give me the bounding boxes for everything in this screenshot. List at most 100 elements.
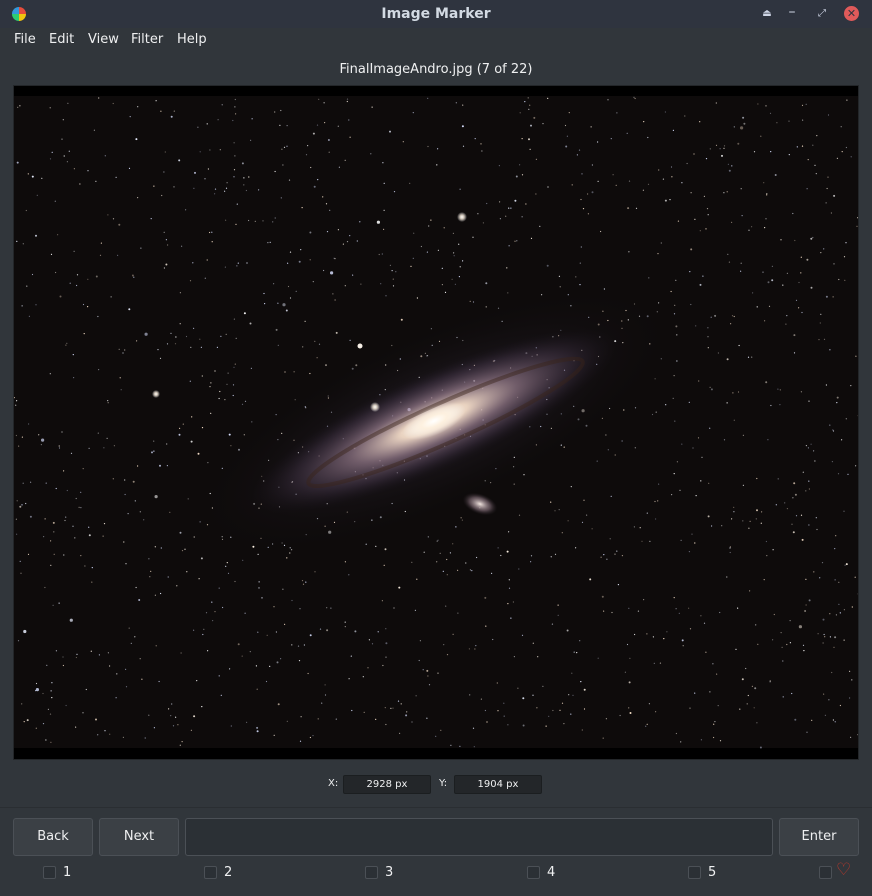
star xyxy=(16,240,18,242)
star xyxy=(323,102,325,104)
star xyxy=(69,618,73,622)
star xyxy=(44,518,46,520)
star xyxy=(698,380,700,382)
star xyxy=(587,213,590,215)
galaxy-image[interactable] xyxy=(14,86,859,760)
star xyxy=(287,285,290,288)
star xyxy=(88,534,91,537)
star xyxy=(97,734,99,736)
star xyxy=(209,231,211,234)
minimize-icon[interactable]: – xyxy=(784,5,800,22)
star xyxy=(337,125,339,127)
x-coordinate-field[interactable]: 2928 px xyxy=(343,775,431,794)
menu-file[interactable]: File xyxy=(14,32,36,47)
star xyxy=(67,102,69,104)
star xyxy=(675,279,677,281)
star xyxy=(469,694,471,696)
star xyxy=(393,607,395,609)
star xyxy=(416,578,418,580)
mark-checkbox-1[interactable] xyxy=(43,866,56,879)
mark-checkbox-3[interactable] xyxy=(365,866,378,879)
star xyxy=(747,694,749,697)
star xyxy=(610,138,612,140)
keep-above-icon[interactable]: ⏏ xyxy=(759,6,775,22)
star xyxy=(477,213,479,215)
star xyxy=(53,531,55,533)
star xyxy=(805,604,807,606)
star xyxy=(801,538,804,541)
star xyxy=(307,672,309,675)
star xyxy=(654,378,656,380)
star xyxy=(282,588,284,590)
star xyxy=(719,740,722,742)
star xyxy=(485,306,487,308)
star xyxy=(416,297,418,299)
star xyxy=(559,709,561,711)
star xyxy=(49,713,52,715)
maximize-icon[interactable]: ⤢ xyxy=(814,6,830,22)
star xyxy=(525,203,527,205)
star xyxy=(522,697,525,700)
star xyxy=(500,554,502,557)
star xyxy=(125,563,127,565)
comment-input[interactable] xyxy=(185,818,773,856)
image-viewer[interactable] xyxy=(13,85,859,760)
mark-label-5: 5 xyxy=(708,865,717,880)
star xyxy=(301,207,303,209)
mark-checkbox-2[interactable] xyxy=(204,866,217,879)
star xyxy=(249,651,251,653)
menu-view[interactable]: View xyxy=(88,32,119,47)
star xyxy=(123,541,125,543)
star xyxy=(275,328,278,331)
star xyxy=(120,389,122,391)
star xyxy=(413,232,415,234)
star xyxy=(530,555,533,557)
star xyxy=(181,550,184,552)
star xyxy=(184,548,186,550)
star xyxy=(78,506,80,508)
favorite-checkbox[interactable] xyxy=(819,866,832,879)
star xyxy=(317,718,319,720)
star xyxy=(280,197,282,199)
next-button[interactable]: Next xyxy=(99,818,179,856)
star xyxy=(234,363,236,365)
star xyxy=(707,336,709,338)
mark-checkbox-5[interactable] xyxy=(688,866,701,879)
star xyxy=(178,433,181,436)
star xyxy=(673,375,675,377)
menu-help[interactable]: Help xyxy=(177,32,207,47)
star xyxy=(286,125,288,127)
menu-filter[interactable]: Filter xyxy=(131,32,163,47)
star xyxy=(180,652,182,654)
star xyxy=(203,628,205,630)
star xyxy=(414,609,416,612)
close-icon[interactable]: ✕ xyxy=(844,6,859,21)
star xyxy=(232,119,234,122)
star xyxy=(546,264,549,267)
menu-edit[interactable]: Edit xyxy=(49,32,74,47)
star xyxy=(596,460,598,462)
star xyxy=(143,519,145,521)
star xyxy=(415,695,417,697)
star xyxy=(763,182,765,184)
star xyxy=(107,652,109,654)
y-coordinate-field[interactable]: 1904 px xyxy=(454,775,542,794)
star xyxy=(561,702,564,704)
star xyxy=(729,551,731,554)
star xyxy=(548,715,550,718)
star xyxy=(714,314,717,317)
enter-button[interactable]: Enter xyxy=(779,818,859,856)
star xyxy=(362,676,364,678)
back-button[interactable]: Back xyxy=(13,818,93,856)
star xyxy=(798,625,803,629)
star xyxy=(684,115,686,117)
star xyxy=(197,126,199,128)
star xyxy=(307,145,309,147)
star xyxy=(513,483,515,485)
star xyxy=(316,124,319,126)
star xyxy=(655,411,657,413)
star xyxy=(681,639,684,642)
star xyxy=(19,560,21,562)
mark-checkbox-4[interactable] xyxy=(527,866,540,879)
star xyxy=(754,687,757,690)
